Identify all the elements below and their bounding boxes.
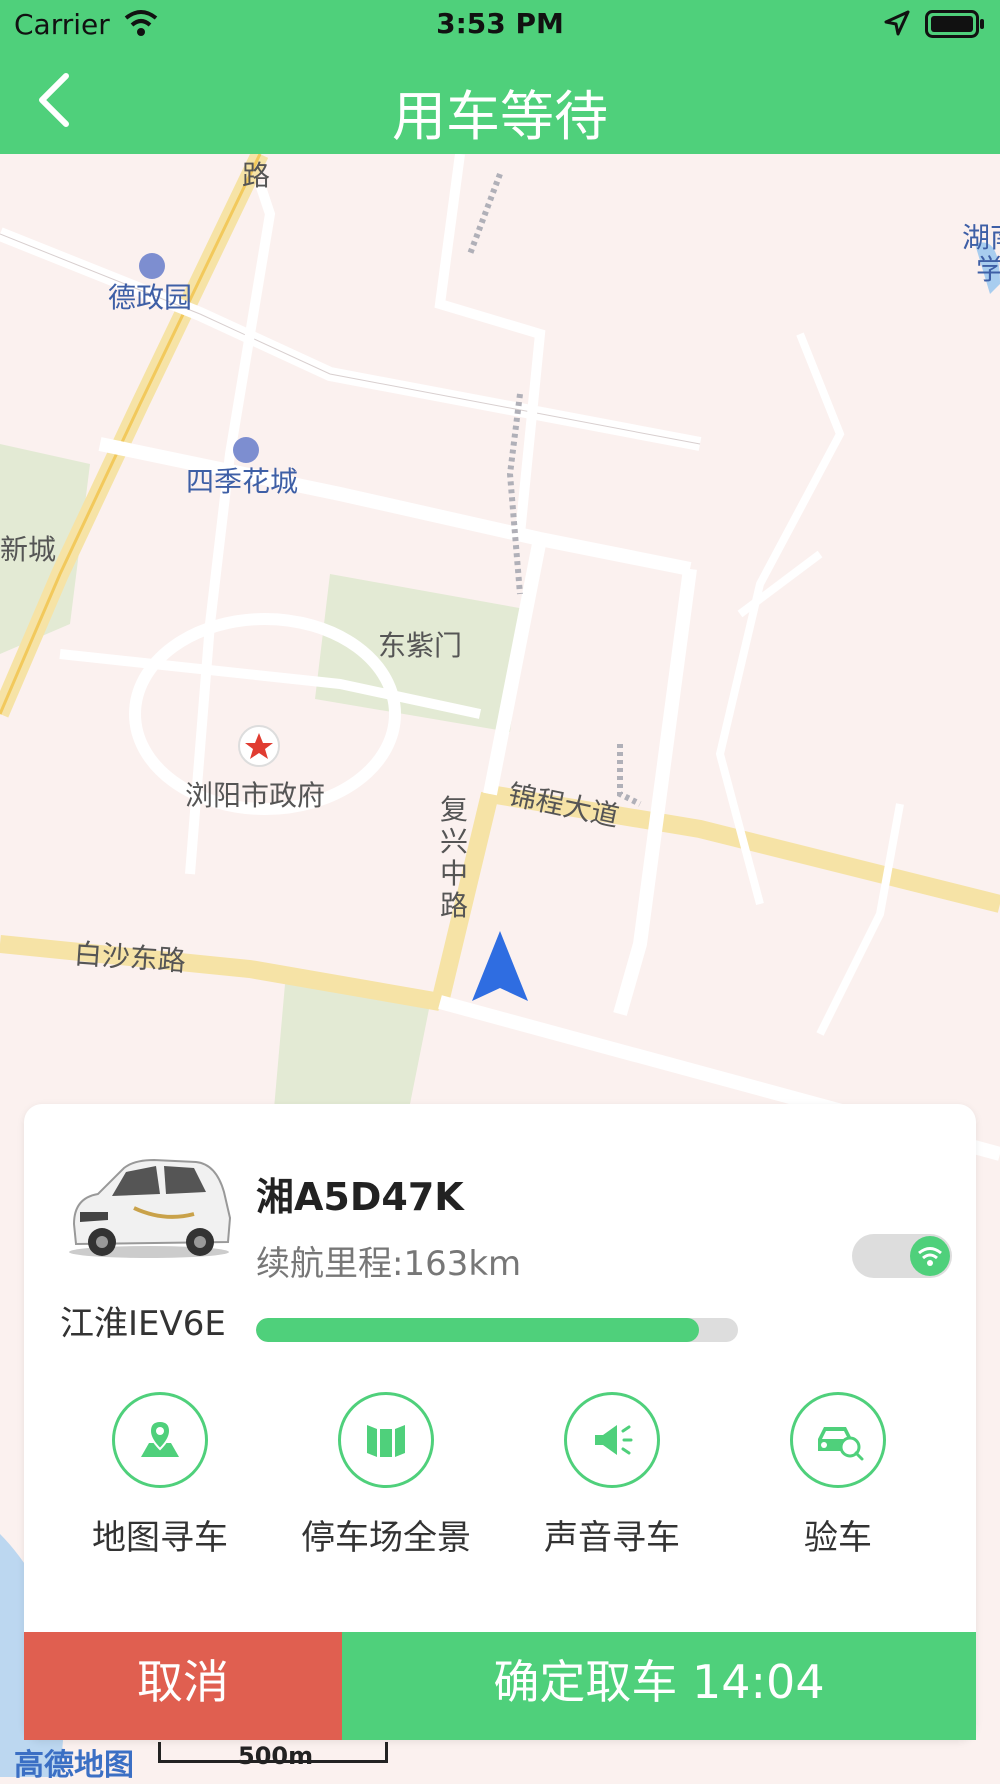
nav-bar: 用车等待 [0,48,1000,154]
action-label: 声音寻车 [544,1518,680,1558]
map-provider-logo: 高德地图 [14,1748,134,1783]
battery-bar-fill [256,1318,700,1342]
cancel-button[interactable]: 取消 [24,1632,342,1740]
page-title: 用车等待 [392,85,608,148]
panorama-icon [338,1392,434,1488]
map-label-sijihuacheng: 四季花城 [186,465,299,498]
action-row: 地图寻车 停车场全景 声音寻车 验车 [24,1392,976,1572]
license-plate: 湘A5D47K [256,1175,464,1219]
map-pin-icon [112,1392,208,1488]
horn-icon [564,1392,660,1488]
wifi-signal-icon [918,1247,942,1266]
location-arrow-icon [884,10,910,36]
map-label-lu: 路 [242,159,271,192]
inspect-car-button[interactable]: 验车 [738,1392,938,1559]
action-label: 停车场全景 [301,1518,471,1558]
battery-icon [925,10,984,38]
map-label-fuxingzhonglu: 复兴中路 [440,793,469,922]
confirm-pickup-button[interactable]: 确定取车 14:04 [342,1632,976,1740]
car-image [69,1158,232,1258]
parking-panorama-button[interactable]: 停车场全景 [286,1392,486,1559]
status-bar: Carrier 3:53 PM [0,0,1000,48]
map-find-car-button[interactable]: 地图寻车 [60,1392,260,1559]
toggle-knob [910,1236,950,1276]
range-text: 续航里程:163km [256,1244,522,1284]
map-label-xue: 学 [976,253,1000,286]
sound-find-car-button[interactable]: 声音寻车 [512,1392,712,1559]
map-label-xincheng: 新城 [0,533,57,566]
vehicle-model: 江淮IEV6E [60,1304,226,1344]
map-label-baishadonglu: 白沙东路 [72,937,187,978]
map-label-dongzimen: 东紫门 [378,629,463,662]
action-label: 地图寻车 [92,1518,228,1558]
map-scale-text: 500m [238,1742,314,1770]
action-label: 验车 [804,1518,872,1558]
map-label-government: 浏阳市政府 [185,779,326,812]
battery-bar [256,1318,738,1342]
connection-toggle[interactable] [852,1234,952,1278]
map-label-dezhengyuan: 德政园 [108,281,193,314]
car-inspect-icon [790,1392,886,1488]
status-time: 3:53 PM [436,7,564,40]
